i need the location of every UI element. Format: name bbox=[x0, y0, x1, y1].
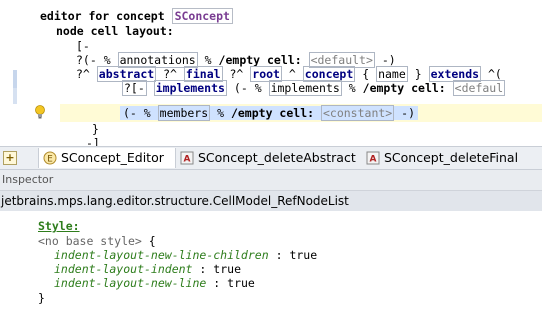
tab-sconcept-editor[interactable]: E SConcept_Editor bbox=[38, 148, 176, 168]
tab-sconcept-deleteabstract[interactable]: A SConcept_deleteAbstract bbox=[176, 148, 360, 168]
concept-reference[interactable]: SConcept bbox=[171, 8, 233, 24]
action-icon: A bbox=[366, 151, 380, 165]
style-close-brace: } bbox=[38, 291, 45, 305]
editor-for-label: editor for concept bbox=[40, 9, 165, 23]
svg-text:E: E bbox=[47, 155, 53, 165]
members-collection[interactable]: (- % members % /empty cell: <constant> -… bbox=[120, 105, 419, 121]
tab-sconcept-deletefinal[interactable]: A SConcept_deleteFinal bbox=[362, 148, 542, 168]
members-cell[interactable]: members bbox=[157, 105, 211, 121]
collection-close[interactable]: -] bbox=[86, 135, 100, 146]
editor-icon: E bbox=[43, 151, 57, 165]
add-tab-icon[interactable]: + bbox=[3, 151, 17, 165]
style-label[interactable]: Style: bbox=[38, 219, 80, 233]
editor-pane[interactable]: editor for concept SConcept node cell la… bbox=[0, 0, 542, 146]
change-marker bbox=[13, 70, 17, 88]
inspector-title: Inspector bbox=[0, 170, 542, 191]
base-style[interactable]: <no base style> bbox=[38, 234, 142, 248]
implements-line: ?[- implements (- % implements % /empty … bbox=[122, 80, 506, 96]
default-placeholder[interactable]: <defaul bbox=[452, 80, 506, 96]
cell-layout-label: node cell layout: bbox=[56, 24, 174, 38]
style-property[interactable]: indent-layout-new-line : true bbox=[54, 275, 255, 291]
svg-text:A: A bbox=[370, 155, 377, 165]
members-line[interactable]: (- % members % /empty cell: <constant> -… bbox=[120, 105, 419, 121]
constant-placeholder[interactable]: <constant> bbox=[320, 105, 395, 121]
change-marker bbox=[13, 88, 17, 104]
action-icon: A bbox=[180, 151, 194, 165]
svg-text:A: A bbox=[184, 155, 191, 165]
optional-open[interactable]: ?[- bbox=[122, 80, 147, 96]
implements-keyword[interactable]: implements bbox=[153, 80, 227, 96]
editor-tab-bar: + E SConcept_Editor A SConcept_deleteAbstr… bbox=[0, 146, 542, 170]
inspector-node-path: jetbrains.mps.lang.editor.structure.Cell… bbox=[0, 191, 542, 211]
editor-header: editor for concept SConcept bbox=[40, 8, 233, 24]
implements-ref[interactable]: implements bbox=[268, 80, 342, 96]
lightbulb-icon[interactable] bbox=[34, 105, 46, 119]
inspector-body[interactable]: Style: <no base style> { indent-layout-n… bbox=[0, 212, 542, 312]
